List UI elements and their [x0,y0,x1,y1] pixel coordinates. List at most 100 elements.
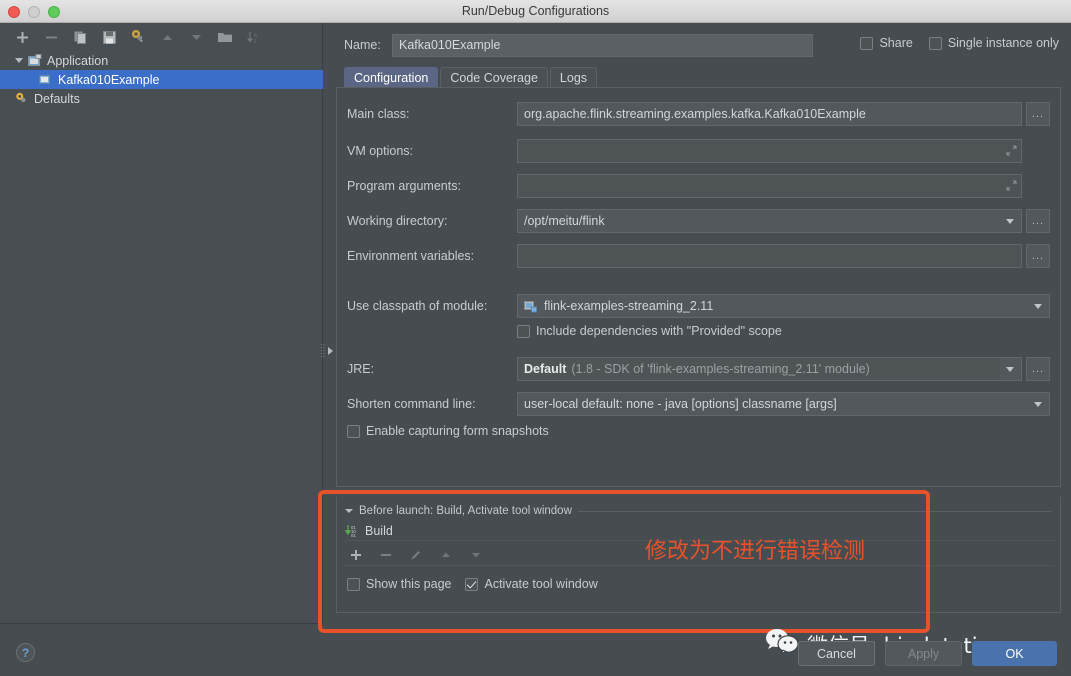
vm-options-input[interactable] [517,139,1022,163]
enable-snapshots-checkbox-box[interactable] [347,425,360,438]
program-arguments-label: Program arguments: [347,179,517,193]
header-divider [578,511,1052,512]
shorten-command-line-value: user-local default: none - java [options… [524,397,837,411]
vm-options-label: VM options: [347,144,517,158]
config-icon [38,72,53,87]
environment-variables-browse-button[interactable]: ... [1026,244,1050,268]
minimize-window-button[interactable] [28,6,40,18]
enable-snapshots-checkbox[interactable]: Enable capturing form snapshots [347,424,549,438]
add-task-icon[interactable] [347,546,365,564]
name-input[interactable]: Kafka010Example [392,34,813,57]
use-classpath-row: Use classpath of module: flink-examples-… [347,294,1050,318]
use-classpath-select[interactable]: flink-examples-streaming_2.11 [517,294,1050,318]
chevron-down-icon[interactable] [12,54,25,67]
share-checkbox-box[interactable] [860,37,873,50]
environment-variables-input[interactable] [517,244,1022,268]
chevron-down-icon[interactable] [345,509,353,513]
remove-icon[interactable] [42,28,60,46]
tree-row-application[interactable]: Application [0,51,323,70]
defaults-icon [14,91,29,106]
folder-icon[interactable] [216,28,234,46]
program-arguments-input[interactable] [517,174,1022,198]
edit-task-icon[interactable] [407,546,425,564]
module-icon [524,300,538,313]
build-icon: 01 10 01 [345,524,360,539]
add-icon[interactable] [13,28,31,46]
program-arguments-row: Program arguments: [347,174,1050,198]
cancel-button[interactable]: Cancel [798,641,875,666]
vm-options-row: VM options: [347,139,1050,163]
help-button[interactable]: ? [16,643,35,662]
chevron-down-icon[interactable] [1000,210,1020,232]
main-class-input[interactable]: org.apache.flink.streaming.examples.kafk… [517,102,1022,126]
tree-label: Kafka010Example [58,73,159,87]
expand-icon[interactable] [1006,145,1017,158]
single-instance-checkbox-box[interactable] [929,37,942,50]
include-provided-checkbox[interactable]: Include dependencies with "Provided" sco… [517,324,782,338]
remove-task-icon[interactable] [377,546,395,564]
ok-button[interactable]: OK [972,641,1057,666]
enable-snapshots-row: Enable capturing form snapshots [347,424,549,438]
activate-tool-window-checkbox[interactable]: Activate tool window [465,577,597,591]
before-launch-divider [343,565,1054,566]
single-instance-checkbox[interactable]: Single instance only [929,36,1059,50]
window-title: Run/Debug Configurations [0,4,1071,18]
tree-label: Defaults [34,92,80,106]
svg-text:z: z [254,38,257,44]
chevron-down-icon[interactable] [1028,393,1048,415]
show-this-page-checkbox-box[interactable] [347,578,360,591]
show-this-page-checkbox[interactable]: Show this page [347,577,451,591]
use-classpath-label: Use classpath of module: [347,299,517,313]
jre-browse-button[interactable]: ... [1026,357,1050,381]
close-window-button[interactable] [8,6,20,18]
apply-button[interactable]: Apply [885,641,962,666]
shorten-command-line-select[interactable]: user-local default: none - java [options… [517,392,1050,416]
move-task-up-icon[interactable] [437,546,455,564]
environment-variables-label: Environment variables: [347,249,517,263]
jre-description: (1.8 - SDK of 'flink-examples-streaming_… [571,362,869,376]
shorten-command-line-row: Shorten command line: user-local default… [347,392,1050,416]
activate-tool-window-checkbox-box[interactable] [465,578,478,591]
save-icon[interactable] [100,28,118,46]
move-down-icon[interactable] [187,28,205,46]
tab-configuration[interactable]: Configuration [344,67,438,88]
copy-icon[interactable] [71,28,89,46]
use-classpath-value: flink-examples-streaming_2.11 [544,299,713,313]
wechat-icon [765,628,799,661]
before-launch-title: Before launch: Build, Activate tool wind… [359,505,572,517]
activate-tool-window-label: Activate tool window [484,577,597,591]
main-class-label: Main class: [347,107,517,121]
main-class-browse-button[interactable]: ... [1026,102,1050,126]
window-titlebar: Run/Debug Configurations [0,0,1071,23]
tree-label: Application [47,54,108,68]
application-icon [27,53,42,68]
header-checkboxes: Share Single instance only [860,36,1059,50]
before-launch-header: Before launch: Build, Activate tool wind… [345,504,1052,518]
tree-row-defaults[interactable]: Defaults [0,89,323,108]
include-provided-checkbox-box[interactable] [517,325,530,338]
zoom-window-button[interactable] [48,6,60,18]
enable-snapshots-label: Enable capturing form snapshots [366,424,549,438]
tab-logs[interactable]: Logs [550,67,597,88]
share-checkbox[interactable]: Share [860,36,912,50]
move-task-down-icon[interactable] [467,546,485,564]
chevron-down-icon[interactable] [1028,295,1048,317]
configurations-tree[interactable]: Application Kafka010Example Defaults [0,51,323,623]
tree-row-kafka010example[interactable]: Kafka010Example [0,70,323,89]
name-label: Name: [344,38,392,52]
environment-variables-row: Environment variables: ... [347,244,1050,268]
tab-code-coverage[interactable]: Code Coverage [440,67,548,88]
sort-icon[interactable]: az [245,28,263,46]
jre-select[interactable]: Default (1.8 - SDK of 'flink-examples-st… [517,357,1022,381]
main-class-row: Main class: org.apache.flink.streaming.e… [347,102,1050,126]
move-up-icon[interactable] [158,28,176,46]
shorten-command-line-label: Shorten command line: [347,397,517,411]
expand-icon[interactable] [1006,180,1017,193]
working-directory-browse-button[interactable]: ... [1026,209,1050,233]
jre-value: Default [524,362,566,376]
working-directory-input[interactable]: /opt/meitu/flink [517,209,1022,233]
chevron-down-icon[interactable] [1000,358,1020,380]
show-this-page-label: Show this page [366,577,451,591]
edit-templates-icon[interactable] [129,28,147,46]
include-provided-row: Include dependencies with "Provided" sco… [517,324,782,338]
